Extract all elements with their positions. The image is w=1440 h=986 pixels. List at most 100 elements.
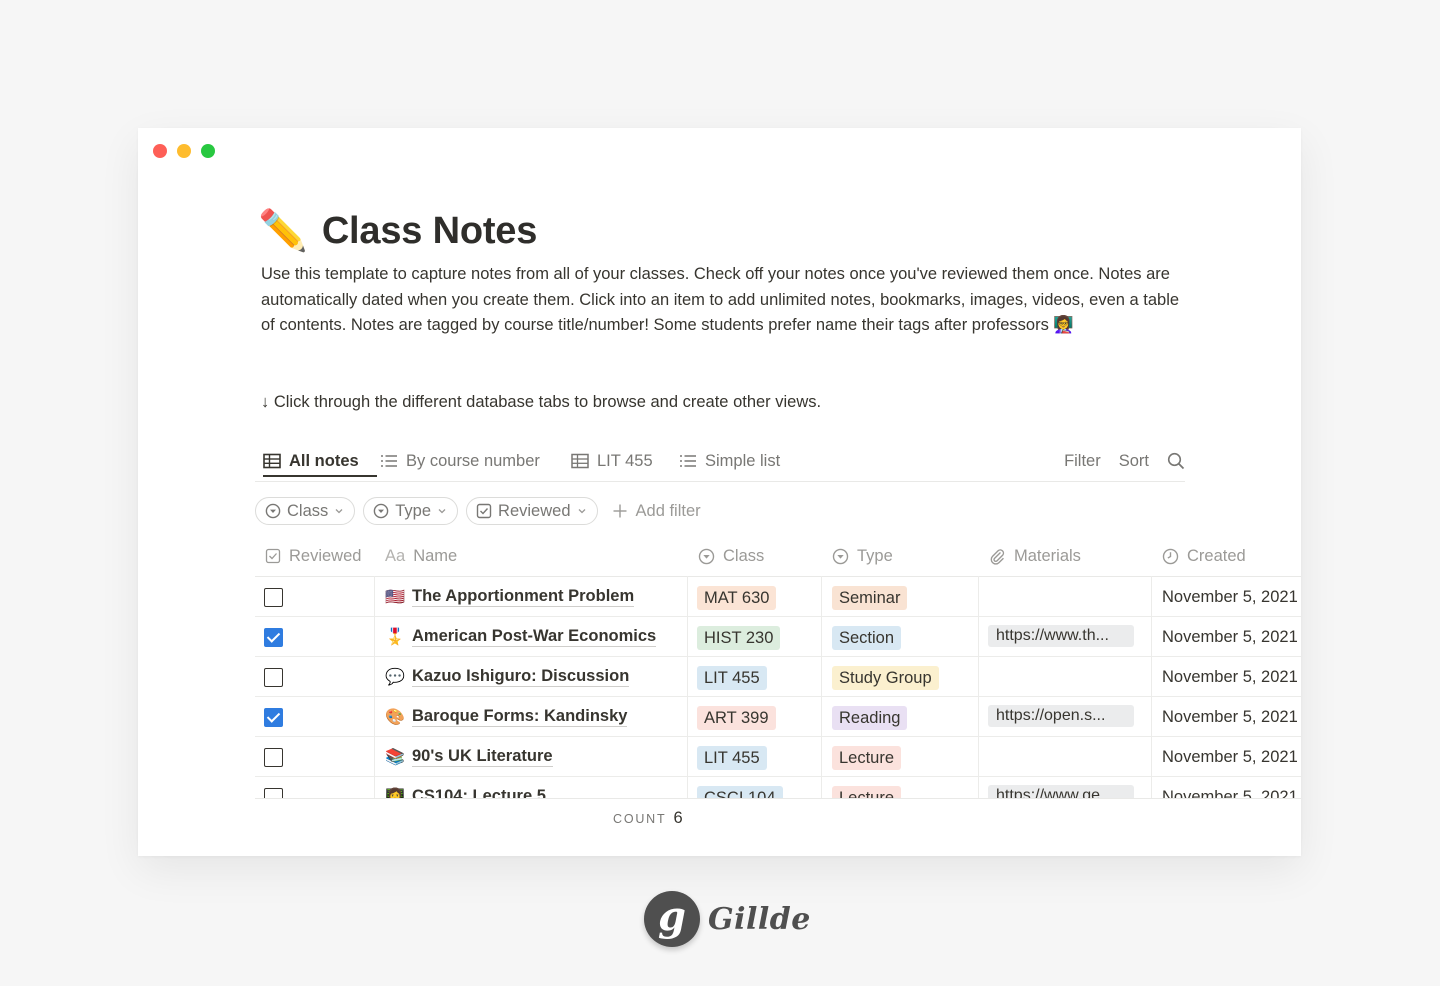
chevron-down-icon xyxy=(578,509,585,514)
type-tag[interactable]: Section xyxy=(832,626,902,650)
type-tag[interactable]: Lecture xyxy=(832,786,902,798)
row-name-text: CS104: Lecture 5 xyxy=(412,787,546,798)
select-property-icon xyxy=(265,503,281,519)
clock-icon xyxy=(1162,548,1179,564)
reviewed-checkbox[interactable] xyxy=(264,708,283,727)
table-row[interactable]: 🎖️ American Post-War Economics HIST 230 Sec… xyxy=(255,617,1301,657)
paperclip-icon xyxy=(990,548,1005,565)
row-emoji-icon: 👩‍💻 xyxy=(385,789,405,798)
column-label: Created xyxy=(1187,546,1246,565)
column-label: Name xyxy=(413,546,458,565)
column-header-class[interactable]: Class xyxy=(698,536,764,576)
row-name[interactable]: 💬 Kazuo Ishiguro: Discussion xyxy=(385,657,630,697)
row-name-text: Baroque Forms: Kandinsky xyxy=(412,707,628,727)
row-name-text: 90's UK Literature xyxy=(412,747,553,767)
filter-button[interactable]: Filter xyxy=(1064,452,1101,471)
zoom-window-button[interactable] xyxy=(201,144,215,158)
row-emoji-icon: 💬 xyxy=(385,669,405,686)
pencil-icon[interactable]: ✏️ xyxy=(258,208,308,254)
table-row[interactable]: 👩‍💻 CS104: Lecture 5 CSCI 104 Lecture https:… xyxy=(255,777,1301,798)
created-date: November 5, 2021 xyxy=(1162,628,1298,646)
created-date: November 5, 2021 xyxy=(1162,708,1298,726)
reviewed-checkbox[interactable] xyxy=(264,748,283,767)
chevron-down-icon xyxy=(438,509,446,514)
reviewed-checkbox[interactable] xyxy=(264,628,283,647)
tab-simple-list[interactable]: Simple list xyxy=(679,446,780,476)
class-tag[interactable]: LIT 455 xyxy=(697,746,767,770)
column-header-name[interactable]: Aa Name xyxy=(385,536,457,576)
page-title[interactable]: Class Notes xyxy=(322,210,538,253)
class-tag[interactable]: HIST 230 xyxy=(697,626,781,650)
row-name-text: Kazuo Ishiguro: Discussion xyxy=(412,667,630,687)
reviewed-filter-chip[interactable]: Reviewed xyxy=(466,497,598,525)
reviewed-checkbox[interactable] xyxy=(264,668,283,687)
row-emoji-icon: 📚 xyxy=(385,749,405,766)
chip-label: Type xyxy=(395,501,432,520)
column-header-reviewed[interactable]: Reviewed xyxy=(265,536,361,576)
text-property-icon: Aa xyxy=(385,546,406,565)
tab-all-notes[interactable]: All notes xyxy=(263,446,377,477)
table-row[interactable]: 📚 90's UK Literature LIT 455 Lecture Novembe… xyxy=(255,737,1301,777)
gillde-brand: g Gillde xyxy=(644,891,811,947)
row-name[interactable]: 👩‍💻 CS104: Lecture 5 xyxy=(385,777,546,798)
select-property-icon xyxy=(373,503,389,519)
type-filter-chip[interactable]: Type xyxy=(363,497,459,525)
logo-letter: g xyxy=(658,893,686,940)
row-name-text: The Apportionment Problem xyxy=(412,587,635,607)
reviewed-checkbox[interactable] xyxy=(264,788,283,798)
table-row[interactable]: 🎨 Baroque Forms: Kandinsky ART 399 Reading h… xyxy=(255,697,1301,737)
row-name[interactable]: 🇺🇸 The Apportionment Problem xyxy=(385,577,635,617)
list-icon xyxy=(680,455,696,467)
window-controls xyxy=(153,144,215,158)
table-count: COUNT 6 xyxy=(613,809,683,828)
class-tag[interactable]: LIT 455 xyxy=(697,666,767,690)
view-tabs: All notes By course number LIT 455 Simpl… xyxy=(255,440,1185,482)
column-header-type[interactable]: Type xyxy=(832,536,893,576)
column-label: Type xyxy=(857,546,893,565)
view-actions: Filter Sort xyxy=(1064,446,1185,476)
notion-window: ✏️ Class Notes Use this template to capt… xyxy=(138,128,1301,856)
sort-button[interactable]: Sort xyxy=(1119,452,1149,471)
class-tag[interactable]: ART 399 xyxy=(697,706,776,730)
type-tag[interactable]: Seminar xyxy=(832,586,908,610)
column-header-created[interactable]: Created xyxy=(1162,536,1246,576)
type-tag[interactable]: Study Group xyxy=(832,666,939,690)
tab-lit-455[interactable]: LIT 455 xyxy=(571,446,653,476)
row-emoji-icon: 🇺🇸 xyxy=(385,589,405,606)
count-label: COUNT xyxy=(613,812,667,826)
table-row[interactable]: 🇺🇸 The Apportionment Problem MAT 630 Semina… xyxy=(255,577,1301,617)
close-window-button[interactable] xyxy=(153,144,167,158)
class-tag[interactable]: CSCI 104 xyxy=(697,786,783,798)
search-icon[interactable] xyxy=(1167,452,1185,470)
row-name[interactable]: 🎖️ American Post-War Economics xyxy=(385,617,657,657)
reviewed-checkbox[interactable] xyxy=(264,588,283,607)
materials-link[interactable]: https://www.th... xyxy=(988,625,1134,647)
plus-icon xyxy=(613,504,627,518)
materials-link[interactable]: https://www.ge... xyxy=(988,785,1134,798)
column-label: Materials xyxy=(1014,546,1081,565)
row-name[interactable]: 📚 90's UK Literature xyxy=(385,737,553,777)
column-label: Reviewed xyxy=(289,546,362,565)
row-name[interactable]: 🎨 Baroque Forms: Kandinsky xyxy=(385,697,628,737)
type-tag[interactable]: Reading xyxy=(832,706,908,730)
chip-label: Class xyxy=(287,501,329,520)
minimize-window-button[interactable] xyxy=(177,144,191,158)
materials-link[interactable]: https://open.s... xyxy=(988,705,1134,727)
select-property-icon xyxy=(698,548,715,564)
column-header-materials[interactable]: Materials xyxy=(989,536,1081,576)
created-date: November 5, 2021 xyxy=(1162,748,1298,766)
type-tag[interactable]: Lecture xyxy=(832,746,902,770)
list-icon xyxy=(381,455,397,467)
created-date: November 5, 2021 xyxy=(1162,588,1298,606)
tab-by-course-number[interactable]: By course number xyxy=(380,446,540,476)
class-filter-chip[interactable]: Class xyxy=(255,497,356,525)
add-filter-button[interactable]: Add filter xyxy=(612,502,701,521)
active-tab-indicator xyxy=(263,475,377,477)
tab-label: LIT 455 xyxy=(597,451,653,470)
row-emoji-icon: 🎨 xyxy=(385,709,405,726)
row-name-text: American Post-War Economics xyxy=(412,627,657,647)
table-row[interactable]: 💬 Kazuo Ishiguro: Discussion LIT 455 Study … xyxy=(255,657,1301,697)
class-tag[interactable]: MAT 630 xyxy=(697,586,777,610)
tab-label: All notes xyxy=(289,451,359,470)
checkbox-property-icon xyxy=(476,503,492,519)
